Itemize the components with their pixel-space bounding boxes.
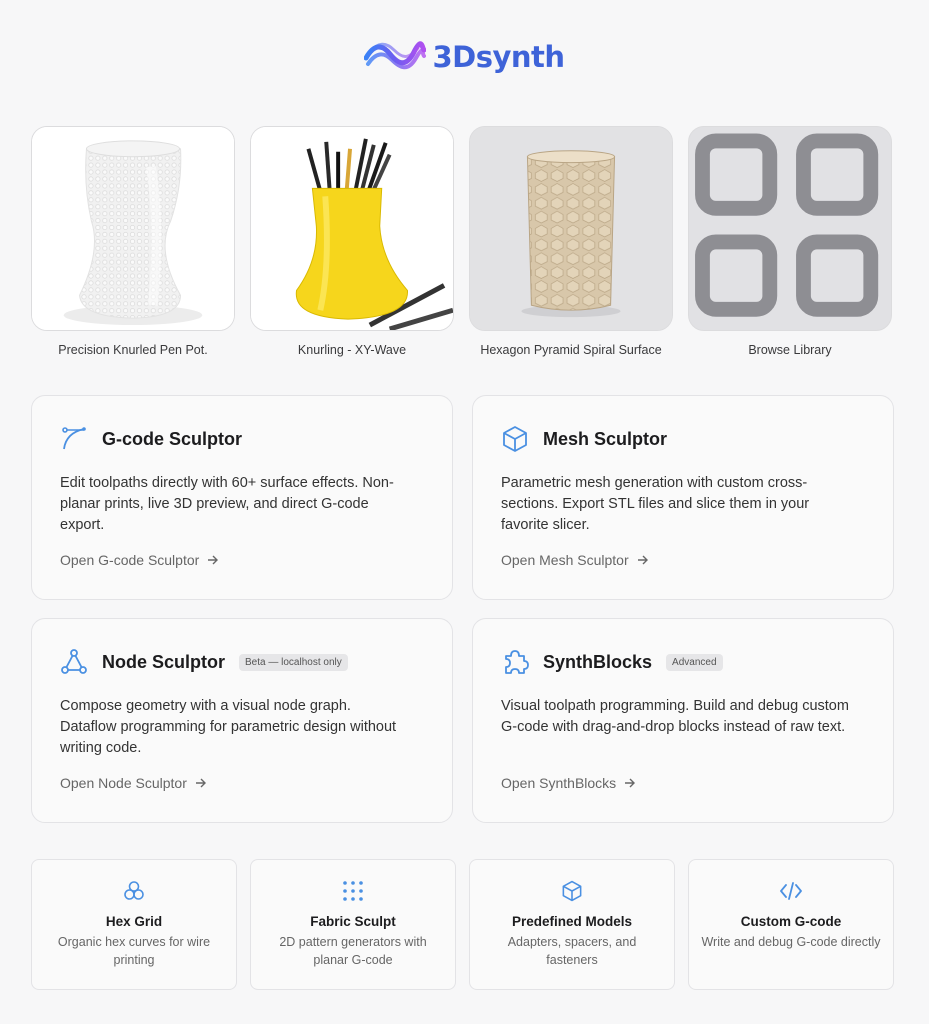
tool-title: SynthBlocks xyxy=(543,651,653,672)
pen-curve-icon xyxy=(60,425,88,453)
tool-title: Node Sculptor xyxy=(102,651,226,672)
open-mesh-sculptor-link[interactable]: Open Mesh Sculptor xyxy=(501,552,649,568)
mini-card-description: Organic hex curves for wire printing xyxy=(57,935,211,967)
hexagon-image[interactable] xyxy=(469,126,673,331)
grid-icon xyxy=(695,133,879,317)
mini-card-description: Adapters, spacers, and fasteners xyxy=(507,935,637,967)
tool-link-label: Open Mesh Sculptor xyxy=(501,552,629,568)
tool-description: Visual toolpath programming. Build and d… xyxy=(501,698,849,735)
tool-link-label: Open G-code Sculptor xyxy=(60,552,200,568)
node-sculptor-card[interactable]: Node Sculptor Beta — localhost only Comp… xyxy=(31,618,453,823)
advanced-badge: Advanced xyxy=(666,653,723,671)
tool-title: G-code Sculptor xyxy=(102,428,243,449)
tool-link-label: Open Node Sculptor xyxy=(60,775,187,791)
hex-cluster-icon xyxy=(32,880,236,902)
cube-icon xyxy=(470,880,674,902)
tool-description: Parametric mesh generation with custom c… xyxy=(501,475,810,533)
node-graph-icon xyxy=(60,648,88,676)
model-gallery: Precision Knurled Pen Pot. Knurling - XY… xyxy=(31,126,892,357)
gallery-item-knurling[interactable]: Knurling - XY-Wave xyxy=(250,126,454,357)
mini-card-description: Write and debug G-code directly xyxy=(701,935,881,949)
gallery-caption: Hexagon Pyramid Spiral Surface xyxy=(480,343,662,357)
predefined-models-card[interactable]: Predefined Models Adapters, spacers, and… xyxy=(469,859,675,990)
brand-logo[interactable]: 3Dsynth xyxy=(0,40,929,74)
arrow-right-icon xyxy=(207,552,219,568)
synthblocks-card[interactable]: SynthBlocks Advanced Visual toolpath pro… xyxy=(472,618,894,823)
browse-library-tile[interactable] xyxy=(688,126,892,331)
gallery-item-browse[interactable]: Browse Library xyxy=(688,126,892,357)
knurled-vase-image xyxy=(32,127,234,330)
brand-name: 3Dsynth xyxy=(432,40,565,74)
mini-card-description: 2D pattern generators with planar G-code xyxy=(279,935,427,967)
gallery-caption: Precision Knurled Pen Pot. xyxy=(58,343,208,357)
open-synthblocks-link[interactable]: Open SynthBlocks xyxy=(501,775,636,791)
beta-badge: Beta — localhost only xyxy=(239,653,348,671)
mini-card-title: Predefined Models xyxy=(511,914,633,929)
gallery-item-pen-pot[interactable]: Precision Knurled Pen Pot. xyxy=(31,126,235,357)
arrow-right-icon xyxy=(195,775,207,791)
mini-card-title: Fabric Sculpt xyxy=(310,914,396,929)
code-icon xyxy=(689,880,893,902)
tool-title: Mesh Sculptor xyxy=(543,428,668,449)
yellow-pencil-holder-image xyxy=(251,127,453,330)
mesh-sculptor-card[interactable]: Mesh Sculptor Parametric mesh generation… xyxy=(472,395,894,600)
mini-card-title: Hex Grid xyxy=(105,914,163,929)
cube-icon xyxy=(501,425,529,453)
gallery-caption: Knurling - XY-Wave xyxy=(297,343,407,357)
arrow-right-icon xyxy=(624,775,636,791)
custom-gcode-card[interactable]: Custom G-code Write and debug G-code dir… xyxy=(688,859,894,990)
puzzle-icon xyxy=(501,648,529,676)
open-gcode-sculptor-link[interactable]: Open G-code Sculptor xyxy=(60,552,219,568)
wave-logo-icon xyxy=(364,41,427,70)
open-node-sculptor-link[interactable]: Open Node Sculptor xyxy=(60,775,207,791)
hex-grid-card[interactable]: Hex Grid Organic hex curves for wire pri… xyxy=(31,859,237,990)
gallery-item-hexagon[interactable]: Hexagon Pyramid Spiral Surface xyxy=(469,126,673,357)
knurling-image[interactable] xyxy=(250,126,454,331)
arrow-right-icon xyxy=(637,552,649,568)
tool-link-label: Open SynthBlocks xyxy=(501,775,617,791)
fabric-sculpt-card[interactable]: Fabric Sculpt 2D pattern generators with… xyxy=(250,859,456,990)
tool-description: Edit toolpaths directly with 60+ surface… xyxy=(60,475,394,533)
gcode-sculptor-card[interactable]: G-code Sculptor Edit toolpaths directly … xyxy=(31,395,453,600)
hexagon-vase-image xyxy=(470,127,672,330)
mini-card-title: Custom G-code xyxy=(740,914,842,929)
dot-grid-icon xyxy=(251,880,455,902)
gallery-caption: Browse Library xyxy=(748,343,832,357)
pen-pot-image[interactable] xyxy=(31,126,235,331)
tool-description: Compose geometry with a visual node grap… xyxy=(60,698,397,756)
